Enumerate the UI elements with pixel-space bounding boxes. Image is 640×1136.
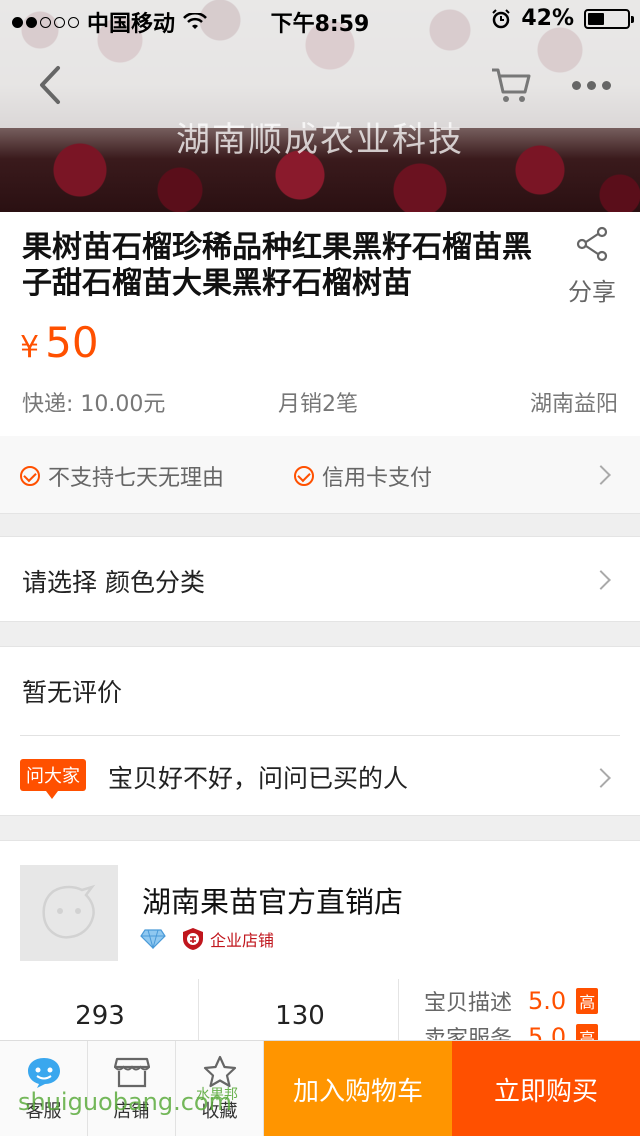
cart-icon[interactable] [488, 62, 534, 108]
battery-icon [584, 8, 634, 29]
chevron-right-icon [591, 465, 611, 485]
more-icon[interactable] [568, 70, 614, 100]
chevron-right-icon [591, 570, 611, 590]
sku-select-row[interactable]: 请选择 颜色分类 [0, 536, 640, 622]
divider [198, 979, 199, 1043]
product-title: 果树苗石榴珍稀品种红果黑籽石榴苗黑子甜石榴苗大果黑籽石榴树苗 [22, 230, 532, 301]
currency-symbol: ¥ [20, 330, 40, 365]
status-right: 42% [491, 6, 634, 31]
service-item: 不支持七天无理由 [20, 460, 224, 492]
enterprise-badge-label: 企业店铺 [210, 931, 275, 950]
customer-service-icon [27, 1058, 60, 1088]
store-icon [113, 1057, 150, 1088]
enterprise-shield-icon [183, 928, 203, 950]
rating-label: 宝贝描述 [424, 991, 513, 1016]
monthly-sales: 月销2笔 [278, 392, 358, 417]
share-button[interactable]: 分享 [560, 226, 624, 307]
sku-select-label: 请选择 颜色分类 [22, 568, 205, 597]
ask-link[interactable]: 宝贝好不好，问问已买的人 [108, 759, 408, 795]
shop-avatar[interactable] [20, 865, 118, 961]
watermark-chinese: 水果邦 [196, 1087, 238, 1103]
add-to-cart-button[interactable]: 加入购物车 [264, 1041, 452, 1136]
rating-row: 宝贝描述 5.0 高 [424, 985, 599, 1017]
shop-name[interactable]: 湖南果苗官方直销店 [142, 879, 403, 921]
ship-location: 湖南益阳 [529, 392, 618, 417]
check-circle-icon [294, 466, 314, 486]
shop-stat: 293 [75, 1001, 125, 1031]
share-icon [576, 226, 608, 262]
ask-badge: 问大家 [20, 759, 86, 799]
chevron-right-icon[interactable] [591, 768, 611, 788]
buy-now-button[interactable]: 立即购买 [452, 1041, 640, 1136]
battery-level [588, 12, 604, 25]
divider [20, 735, 620, 736]
review-section: 暂无评价 问大家 宝贝好不好，问问已买的人 [0, 646, 640, 816]
price: ¥50 [20, 318, 99, 367]
shop-card[interactable]: 湖南果苗官方直销店 企业店铺 293 130 宝贝描述 5.0 高 卖家服务 5… [0, 840, 640, 1052]
shop-stat: 130 [275, 1001, 325, 1031]
service-label: 信用卡支付 [322, 466, 433, 491]
chevron-left-icon[interactable] [30, 62, 70, 108]
shipping-fee: 快递: 10.00元 [22, 392, 166, 417]
avatar-placeholder-icon [42, 884, 96, 939]
service-item: 信用卡支付 [294, 460, 432, 492]
diamond-icon [140, 929, 166, 949]
battery-percent: 42% [521, 6, 574, 31]
divider [398, 979, 399, 1043]
service-row[interactable]: 不支持七天无理由 信用卡支付 [0, 436, 640, 514]
service-label: 不支持七天无理由 [48, 466, 225, 491]
review-title: 暂无评价 [22, 678, 123, 707]
price-value: 50 [45, 318, 99, 367]
hero-watermark-text: 湖南顺成农业科技 [176, 120, 464, 160]
rating-score: 5.0 [528, 987, 567, 1015]
alarm-icon [492, 8, 511, 28]
share-label: 分享 [568, 278, 616, 306]
status-bar: 中国移动 下午8:59 42% [0, 0, 640, 40]
check-circle-icon [20, 466, 40, 486]
enterprise-badge: 企业店铺 [182, 927, 274, 951]
rating-tag: 高 [576, 988, 599, 1014]
